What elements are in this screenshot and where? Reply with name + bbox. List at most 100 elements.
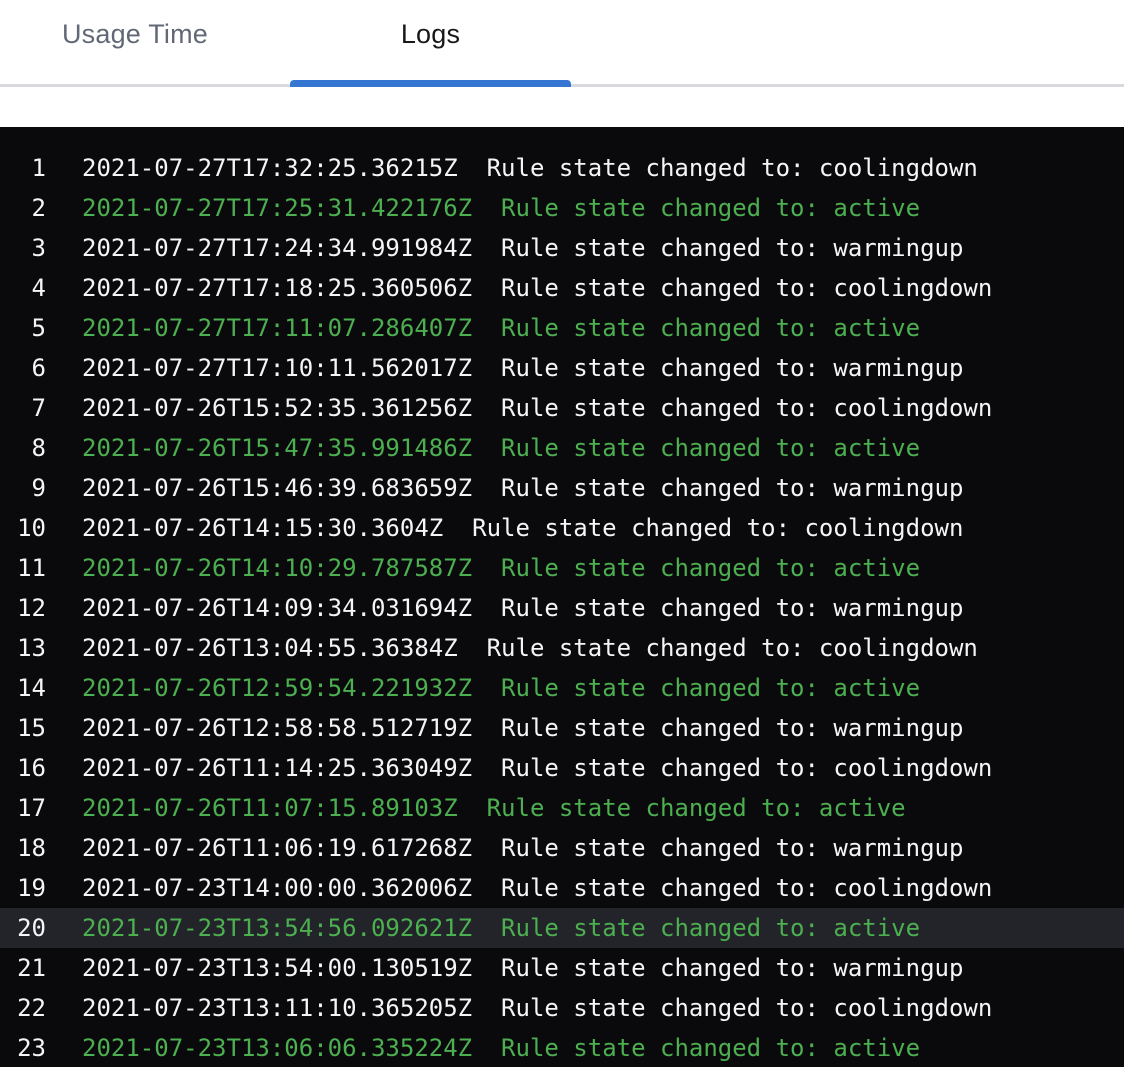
line-number: 11: [0, 548, 46, 588]
tab-logs[interactable]: Logs: [290, 0, 571, 87]
line-number: 12: [0, 588, 46, 628]
line-number: 9: [0, 468, 46, 508]
log-row[interactable]: 1 2021-07-27T17:32:25.36215Z Rule state …: [0, 148, 1124, 188]
log-line-text: 2021-07-27T17:24:34.991984Z Rule state c…: [82, 228, 963, 268]
log-row[interactable]: 22 2021-07-23T13:11:10.365205Z Rule stat…: [0, 988, 1124, 1028]
log-row[interactable]: 23 2021-07-23T13:06:06.335224Z Rule stat…: [0, 1028, 1124, 1067]
log-line-text: 2021-07-26T15:52:35.361256Z Rule state c…: [82, 388, 992, 428]
log-row[interactable]: 15 2021-07-26T12:58:58.512719Z Rule stat…: [0, 708, 1124, 748]
log-message: Rule state changed to: active: [501, 434, 920, 462]
log-line-text: 2021-07-26T11:07:15.89103Z Rule state ch…: [82, 788, 906, 828]
log-line-text: 2021-07-27T17:18:25.360506Z Rule state c…: [82, 268, 992, 308]
log-separator: [472, 594, 501, 622]
log-timestamp: 2021-07-27T17:10:11.562017Z: [82, 354, 472, 382]
log-message: Rule state changed to: active: [501, 914, 920, 942]
gap-strip: [0, 87, 1124, 127]
log-line-text: 2021-07-26T13:04:55.36384Z Rule state ch…: [82, 628, 978, 668]
log-timestamp: 2021-07-27T17:24:34.991984Z: [82, 234, 472, 262]
line-number: 16: [0, 748, 46, 788]
line-number: 8: [0, 428, 46, 468]
log-timestamp: 2021-07-27T17:32:25.36215Z: [82, 154, 458, 182]
line-number: 15: [0, 708, 46, 748]
log-separator: [458, 634, 487, 662]
log-row[interactable]: 14 2021-07-26T12:59:54.221932Z Rule stat…: [0, 668, 1124, 708]
log-row[interactable]: 9 2021-07-26T15:46:39.683659Z Rule state…: [0, 468, 1124, 508]
log-row[interactable]: 3 2021-07-27T17:24:34.991984Z Rule state…: [0, 228, 1124, 268]
log-row[interactable]: 17 2021-07-26T11:07:15.89103Z Rule state…: [0, 788, 1124, 828]
line-number: 6: [0, 348, 46, 388]
line-number: 17: [0, 788, 46, 828]
log-separator: [472, 554, 501, 582]
log-timestamp: 2021-07-26T15:47:35.991486Z: [82, 434, 472, 462]
tab-usage-time[interactable]: Usage Time: [0, 0, 270, 87]
log-row[interactable]: 4 2021-07-27T17:18:25.360506Z Rule state…: [0, 268, 1124, 308]
line-number: 10: [0, 508, 46, 548]
log-line-text: 2021-07-27T17:25:31.422176Z Rule state c…: [82, 188, 920, 228]
log-timestamp: 2021-07-26T14:15:30.3604Z: [82, 514, 443, 542]
log-line-text: 2021-07-26T14:09:34.031694Z Rule state c…: [82, 588, 963, 628]
log-separator: [472, 834, 501, 862]
log-separator: [472, 194, 501, 222]
log-line-text: 2021-07-27T17:11:07.286407Z Rule state c…: [82, 308, 920, 348]
log-timestamp: 2021-07-27T17:25:31.422176Z: [82, 194, 472, 222]
line-number: 1: [0, 148, 46, 188]
log-row[interactable]: 2 2021-07-27T17:25:31.422176Z Rule state…: [0, 188, 1124, 228]
log-message: Rule state changed to: warmingup: [501, 834, 963, 862]
active-tab-indicator: [290, 80, 571, 87]
log-timestamp: 2021-07-23T13:11:10.365205Z: [82, 994, 472, 1022]
line-number: 22: [0, 988, 46, 1028]
log-line-text: 2021-07-26T12:59:54.221932Z Rule state c…: [82, 668, 920, 708]
screen: Usage Time Logs 1 2021-07-27T17:32:25.36…: [0, 0, 1124, 1070]
log-row[interactable]: 18 2021-07-26T11:06:19.617268Z Rule stat…: [0, 828, 1124, 868]
log-panel: 1 2021-07-27T17:32:25.36215Z Rule state …: [0, 127, 1124, 1067]
log-separator: [458, 154, 487, 182]
log-row[interactable]: 12 2021-07-26T14:09:34.031694Z Rule stat…: [0, 588, 1124, 628]
log-separator: [472, 434, 501, 462]
log-timestamp: 2021-07-26T14:10:29.787587Z: [82, 554, 472, 582]
log-line-text: 2021-07-26T12:58:58.512719Z Rule state c…: [82, 708, 963, 748]
line-number: 21: [0, 948, 46, 988]
log-line-text: 2021-07-23T13:06:06.335224Z Rule state c…: [82, 1028, 920, 1067]
log-timestamp: 2021-07-26T12:59:54.221932Z: [82, 674, 472, 702]
log-timestamp: 2021-07-26T15:52:35.361256Z: [82, 394, 472, 422]
log-timestamp: 2021-07-23T13:06:06.335224Z: [82, 1034, 472, 1062]
line-number: 23: [0, 1028, 46, 1067]
log-separator: [472, 874, 501, 902]
log-message: Rule state changed to: coolingdown: [501, 274, 992, 302]
log-message: Rule state changed to: active: [501, 554, 920, 582]
log-separator: [472, 394, 501, 422]
log-message: Rule state changed to: coolingdown: [472, 514, 963, 542]
log-line-text: 2021-07-26T14:10:29.787587Z Rule state c…: [82, 548, 920, 588]
log-timestamp: 2021-07-23T14:00:00.362006Z: [82, 874, 472, 902]
log-row[interactable]: 21 2021-07-23T13:54:00.130519Z Rule stat…: [0, 948, 1124, 988]
log-message: Rule state changed to: warmingup: [501, 714, 963, 742]
log-line-text: 2021-07-23T13:11:10.365205Z Rule state c…: [82, 988, 992, 1028]
log-row[interactable]: 10 2021-07-26T14:15:30.3604Z Rule state …: [0, 508, 1124, 548]
log-message: Rule state changed to: coolingdown: [501, 994, 992, 1022]
tab-bar: Usage Time Logs: [0, 0, 1124, 87]
log-row[interactable]: 8 2021-07-26T15:47:35.991486Z Rule state…: [0, 428, 1124, 468]
log-separator: [472, 954, 501, 982]
log-row[interactable]: 5 2021-07-27T17:11:07.286407Z Rule state…: [0, 308, 1124, 348]
line-number: 7: [0, 388, 46, 428]
log-line-text: 2021-07-27T17:10:11.562017Z Rule state c…: [82, 348, 963, 388]
log-row[interactable]: 20 2021-07-23T13:54:56.092621Z Rule stat…: [0, 908, 1124, 948]
log-row[interactable]: 19 2021-07-23T14:00:00.362006Z Rule stat…: [0, 868, 1124, 908]
log-line-text: 2021-07-26T15:46:39.683659Z Rule state c…: [82, 468, 963, 508]
line-number: 2: [0, 188, 46, 228]
tab-logs-label: Logs: [401, 18, 460, 50]
log-row[interactable]: 16 2021-07-26T11:14:25.363049Z Rule stat…: [0, 748, 1124, 788]
log-row[interactable]: 13 2021-07-26T13:04:55.36384Z Rule state…: [0, 628, 1124, 668]
log-row[interactable]: 6 2021-07-27T17:10:11.562017Z Rule state…: [0, 348, 1124, 388]
log-row[interactable]: 7 2021-07-26T15:52:35.361256Z Rule state…: [0, 388, 1124, 428]
log-timestamp: 2021-07-27T17:11:07.286407Z: [82, 314, 472, 342]
log-line-text: 2021-07-26T11:06:19.617268Z Rule state c…: [82, 828, 963, 868]
log-message: Rule state changed to: coolingdown: [501, 754, 992, 782]
log-message: Rule state changed to: active: [501, 1034, 920, 1062]
log-message: Rule state changed to: active: [501, 674, 920, 702]
log-row[interactable]: 11 2021-07-26T14:10:29.787587Z Rule stat…: [0, 548, 1124, 588]
log-message: Rule state changed to: active: [501, 314, 920, 342]
log-separator: [472, 234, 501, 262]
line-number: 19: [0, 868, 46, 908]
line-number: 13: [0, 628, 46, 668]
